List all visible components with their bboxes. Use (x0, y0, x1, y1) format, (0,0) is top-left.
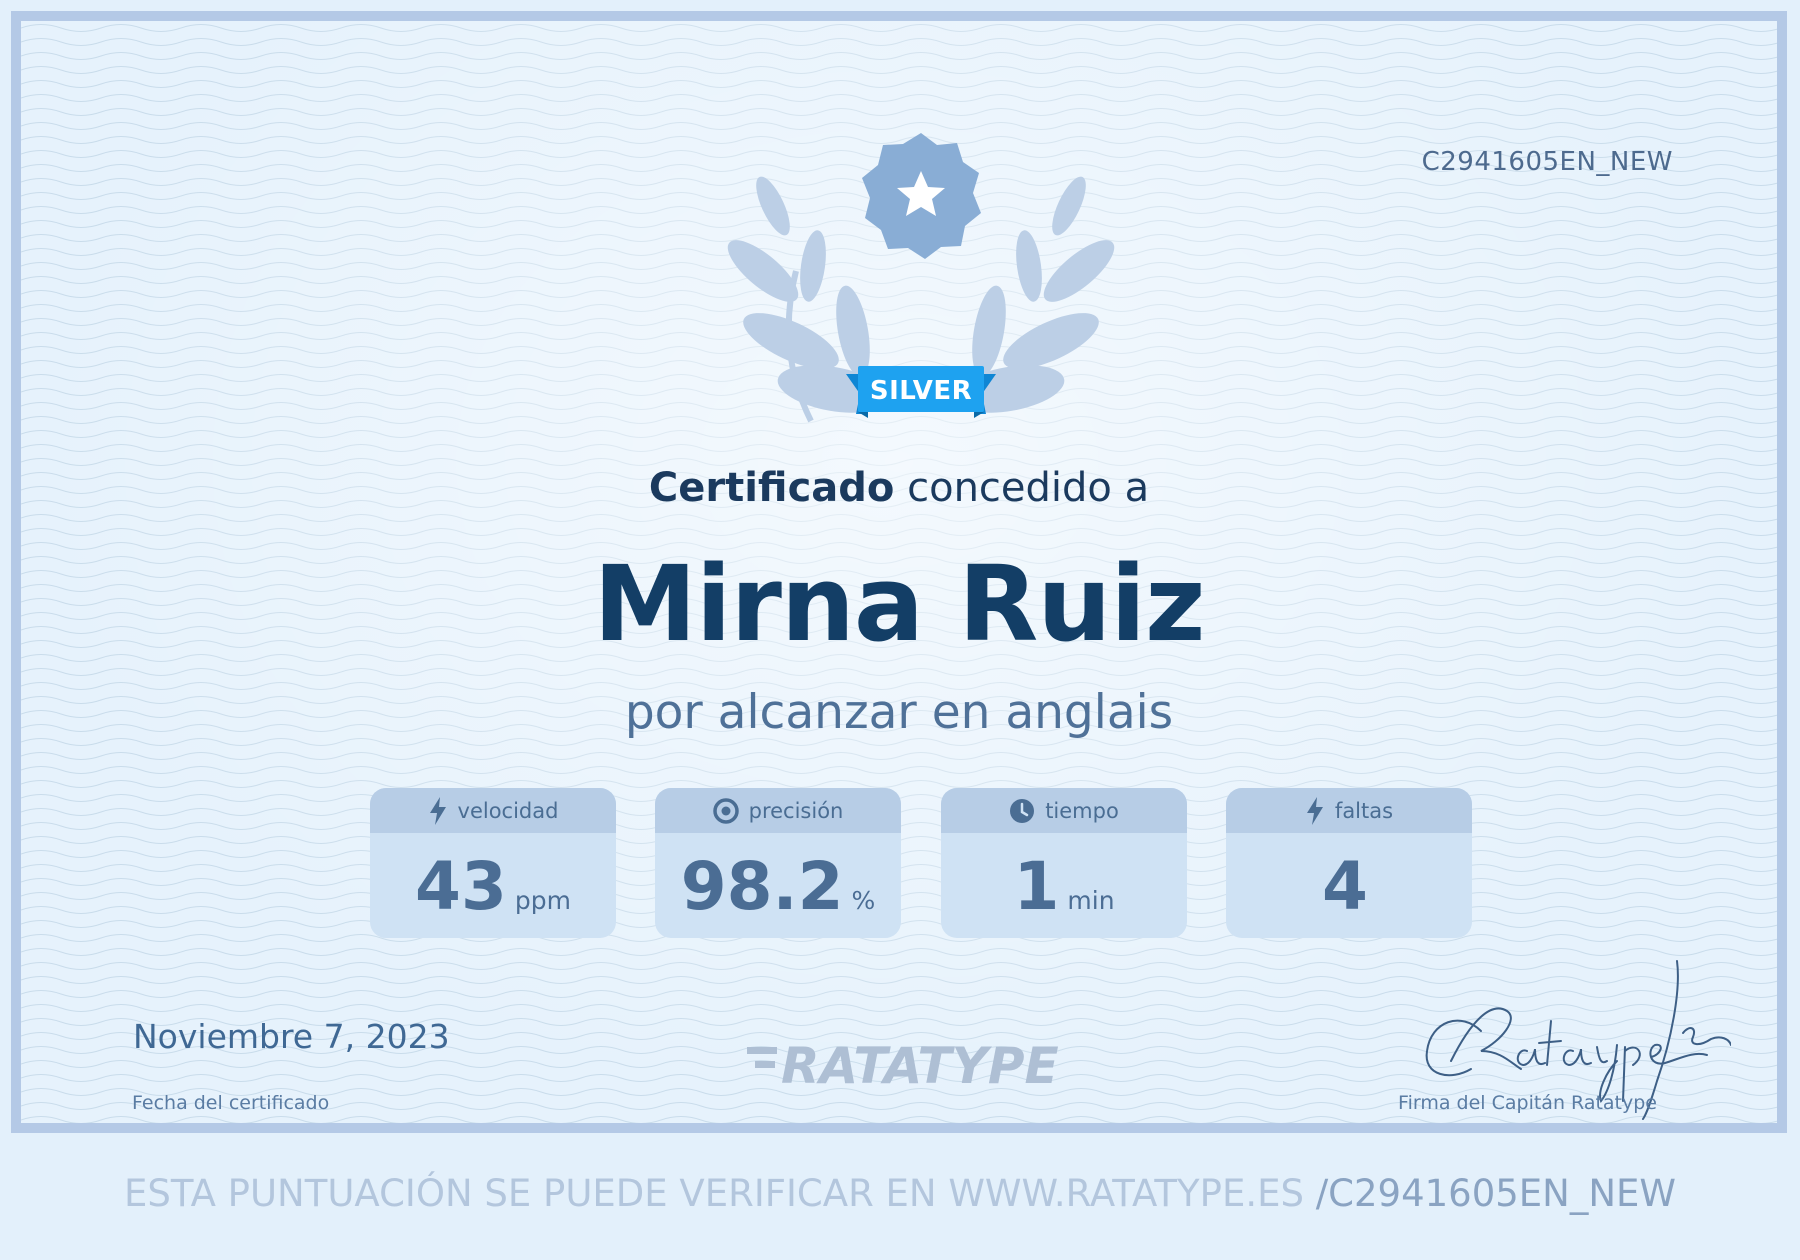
signature-caption: Firma del Capitán Ratatype (1398, 1092, 1657, 1114)
headline-rest: concedido a (894, 465, 1150, 511)
stat-unit: ppm (514, 886, 571, 915)
stats-row: velocidad 43 ppm precisión 98.2 % tiempo… (370, 788, 1472, 938)
lightning-icon (428, 796, 448, 825)
award-headline: Certificado concedido a (21, 465, 1777, 511)
stat-unit: min (1067, 886, 1115, 915)
target-icon (712, 797, 739, 824)
stat-unit: % (851, 886, 876, 915)
stat-header: tiempo (941, 788, 1187, 833)
stat-label: velocidad (457, 798, 559, 823)
stat-value-row: 43 ppm (370, 833, 616, 938)
stat-label: precisión (748, 798, 844, 823)
stat-value: 1 (1013, 848, 1060, 925)
headline-bold: Certificado (648, 465, 895, 511)
stat-value: 98.2 (680, 848, 844, 925)
stat-card-errors: faltas 4 (1226, 788, 1472, 938)
stat-value: 4 (1322, 848, 1368, 925)
stat-card-accuracy: precisión 98.2 % (655, 788, 901, 938)
badge-label: SILVER (869, 376, 973, 406)
stat-header: precisión (655, 788, 901, 833)
lightning-icon (1305, 796, 1325, 825)
stat-label: tiempo (1045, 798, 1119, 823)
date-caption: Fecha del certificado (132, 1092, 330, 1114)
recipient-name: Mirna Ruiz (593, 543, 1205, 665)
certificate-date: Noviembre 7, 2023 (133, 1017, 450, 1056)
stat-card-time: tiempo 1 min (941, 788, 1187, 938)
certificate-id: C2941605EN_NEW (1421, 147, 1673, 177)
clock-icon (1009, 798, 1035, 824)
stat-card-speed: velocidad 43 ppm (370, 788, 616, 938)
stat-header: faltas (1226, 788, 1472, 833)
stat-value: 43 (415, 848, 507, 925)
achievement-subline: por alcanzar en anglais (624, 685, 1174, 740)
stat-value-row: 98.2 % (655, 833, 901, 938)
verification-code: /C2941605EN_NEW (1315, 1172, 1676, 1215)
stat-label: faltas (1334, 798, 1394, 823)
stat-value-row: 1 min (941, 833, 1187, 938)
brand-name: RATATYPE (781, 1037, 1059, 1095)
verification-note: ESTA PUNTUACIÓN SE PUEDE VERIFICAR EN WW… (0, 1172, 1800, 1215)
verification-text: ESTA PUNTUACIÓN SE PUEDE VERIFICAR EN WW… (124, 1172, 1304, 1215)
silver-badge: SILVER (846, 364, 996, 418)
ratatype-logo: RATATYPE (747, 1037, 1097, 1095)
stat-header: velocidad (370, 788, 616, 833)
certificate: C2941605EN_NEW SILVER Certificado conced… (11, 11, 1787, 1133)
stat-value-row: 4 (1226, 833, 1472, 938)
logo-mark-icon (747, 1047, 777, 1068)
